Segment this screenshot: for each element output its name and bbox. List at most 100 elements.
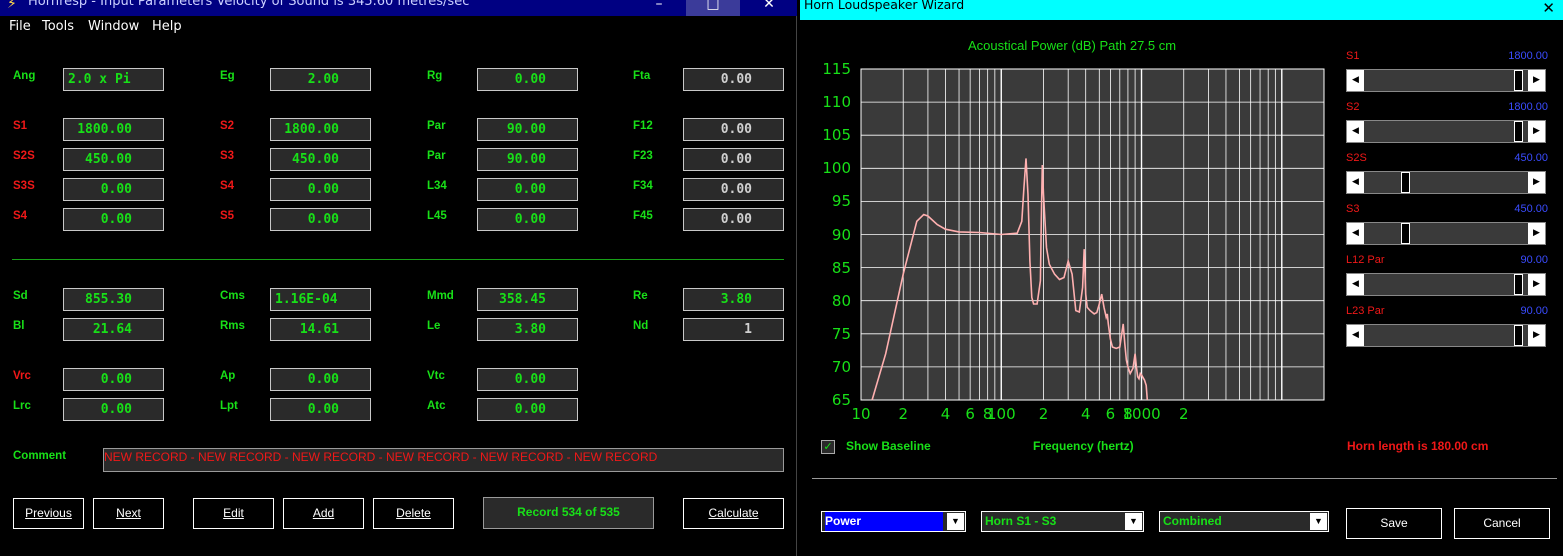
horn-segment-value: Horn S1 - S3 [985, 514, 1057, 528]
f34-field[interactable]: 0.00 [683, 178, 784, 201]
arrow-left-icon[interactable]: ◀ [1347, 121, 1364, 142]
cms-field[interactable]: 1.16E-04 [270, 288, 371, 311]
slider-track[interactable]: ◀ ▶ [1346, 324, 1546, 347]
previous-button[interactable]: Previous [13, 498, 84, 529]
menu-file[interactable]: File [9, 19, 31, 34]
arrow-left-icon[interactable]: ◀ [1347, 172, 1364, 193]
show-baseline-label: Show Baseline [846, 439, 931, 453]
re-field[interactable]: 3.80 [683, 288, 784, 311]
arrow-left-icon[interactable]: ◀ [1347, 325, 1364, 346]
par2-label: Par [427, 150, 446, 162]
arrow-right-icon[interactable]: ▶ [1528, 172, 1545, 193]
chevron-down-icon[interactable]: ▼ [1125, 513, 1142, 530]
mmd-field[interactable]: 358.45 [477, 288, 578, 311]
slider-track[interactable]: ◀ ▶ [1346, 171, 1546, 194]
slider-track[interactable]: ◀ ▶ [1346, 120, 1546, 143]
s3-label: S3 [220, 150, 235, 162]
slider-thumb[interactable] [1514, 121, 1524, 142]
arrow-right-icon[interactable]: ▶ [1528, 223, 1545, 244]
horn-length-text: Horn length is 180.00 cm [1347, 439, 1489, 453]
l45-field[interactable]: 0.00 [477, 208, 578, 231]
s5-field[interactable]: 0.00 [270, 208, 371, 231]
par1-field[interactable]: 90.00 [477, 118, 578, 141]
maximize-button[interactable]: □ [686, 0, 740, 16]
x-tick-label: 1000 [1122, 405, 1161, 423]
par2-field[interactable]: 90.00 [477, 148, 578, 171]
nd-field[interactable]: 1 [683, 318, 784, 341]
slider-value: 1800.00 [1508, 50, 1548, 62]
eg-field[interactable]: 2.00 [270, 68, 371, 91]
s1-field[interactable]: 1800.00 [63, 118, 164, 141]
horn-segment-dropdown[interactable]: Horn S1 - S3 ▼ [981, 511, 1144, 532]
menu-window[interactable]: Window [88, 19, 139, 34]
rms-field[interactable]: 14.61 [270, 318, 371, 341]
arrow-right-icon[interactable]: ▶ [1528, 70, 1545, 91]
close-button[interactable]: ✕ [742, 0, 796, 16]
chevron-down-icon[interactable]: ▼ [947, 513, 964, 530]
show-baseline-checkbox[interactable]: ✓ [821, 440, 835, 454]
lrc-field[interactable]: 0.00 [63, 398, 164, 421]
atc-field[interactable]: 0.00 [477, 398, 578, 421]
sd-field[interactable]: 855.30 [63, 288, 164, 311]
s3s-label: S3S [13, 180, 35, 192]
add-button[interactable]: Add [283, 498, 364, 529]
ang-field[interactable]: 2.0 x Pi [63, 68, 164, 91]
s4-field[interactable]: 0.00 [270, 178, 371, 201]
slider-thumb[interactable] [1514, 274, 1524, 295]
edit-button[interactable]: Edit [193, 498, 274, 529]
arrow-right-icon[interactable]: ▶ [1528, 274, 1545, 295]
ap-field[interactable]: 0.00 [270, 368, 371, 391]
l34-field[interactable]: 0.00 [477, 178, 578, 201]
menu-help[interactable]: Help [152, 19, 182, 34]
calculate-button[interactable]: Calculate [683, 498, 784, 529]
arrow-left-icon[interactable]: ◀ [1347, 223, 1364, 244]
comment-field[interactable]: NEW RECORD - NEW RECORD - NEW RECORD - N… [103, 448, 784, 472]
vtc-field[interactable]: 0.00 [477, 368, 578, 391]
wizard-divider [812, 478, 1557, 479]
menu-tools[interactable]: Tools [42, 19, 74, 34]
slider-thumb[interactable] [1514, 325, 1524, 346]
next-button[interactable]: Next [93, 498, 164, 529]
slider-thumb[interactable] [1401, 172, 1411, 193]
slider-label: S2S [1346, 152, 1367, 164]
display-mode-dropdown[interactable]: Combined ▼ [1159, 511, 1329, 532]
minimize-button[interactable]: – [632, 0, 686, 16]
chevron-down-icon[interactable]: ▼ [1310, 513, 1327, 530]
slider-track[interactable]: ◀ ▶ [1346, 69, 1546, 92]
y-tick-label: 80 [831, 291, 851, 310]
f34-label: F34 [633, 180, 653, 192]
save-button[interactable]: Save [1346, 508, 1442, 539]
cancel-button[interactable]: Cancel [1454, 508, 1550, 539]
s4-driver-field[interactable]: 0.00 [63, 208, 164, 231]
f45-field[interactable]: 0.00 [683, 208, 784, 231]
arrow-right-icon[interactable]: ▶ [1528, 325, 1545, 346]
slider-track[interactable]: ◀ ▶ [1346, 273, 1546, 296]
arrow-left-icon[interactable]: ◀ [1347, 274, 1364, 295]
le-field[interactable]: 3.80 [477, 318, 578, 341]
y-tick-label: 95 [831, 192, 851, 211]
s3-field[interactable]: 450.00 [270, 148, 371, 171]
s3s-field[interactable]: 0.00 [63, 178, 164, 201]
window-title: Hornresp - Input Parameters Velocity of … [28, 0, 470, 9]
slider-thumb[interactable] [1401, 223, 1411, 244]
chart-type-dropdown[interactable]: Power ▼ [821, 511, 966, 532]
s2-label: S2 [220, 120, 235, 132]
lpt-field[interactable]: 0.00 [270, 398, 371, 421]
f23-field[interactable]: 0.00 [683, 148, 784, 171]
f12-field[interactable]: 0.00 [683, 118, 784, 141]
s2-field[interactable]: 1800.00 [270, 118, 371, 141]
slider-thumb[interactable] [1514, 70, 1524, 91]
delete-button[interactable]: Delete [373, 498, 454, 529]
rg-field[interactable]: 0.00 [477, 68, 578, 91]
par1-label: Par [427, 120, 446, 132]
slider-value: 450.00 [1514, 152, 1548, 164]
bl-field[interactable]: 21.64 [63, 318, 164, 341]
slider-track[interactable]: ◀ ▶ [1346, 222, 1546, 245]
arrow-right-icon[interactable]: ▶ [1528, 121, 1545, 142]
arrow-left-icon[interactable]: ◀ [1347, 70, 1364, 91]
s2s-field[interactable]: 450.00 [63, 148, 164, 171]
vrc-field[interactable]: 0.00 [63, 368, 164, 391]
fta-field[interactable]: 0.00 [683, 68, 784, 91]
close-icon[interactable]: ✕ [1542, 0, 1555, 17]
title-bar: ⚡ Hornresp - Input Parameters Velocity o… [0, 0, 797, 16]
